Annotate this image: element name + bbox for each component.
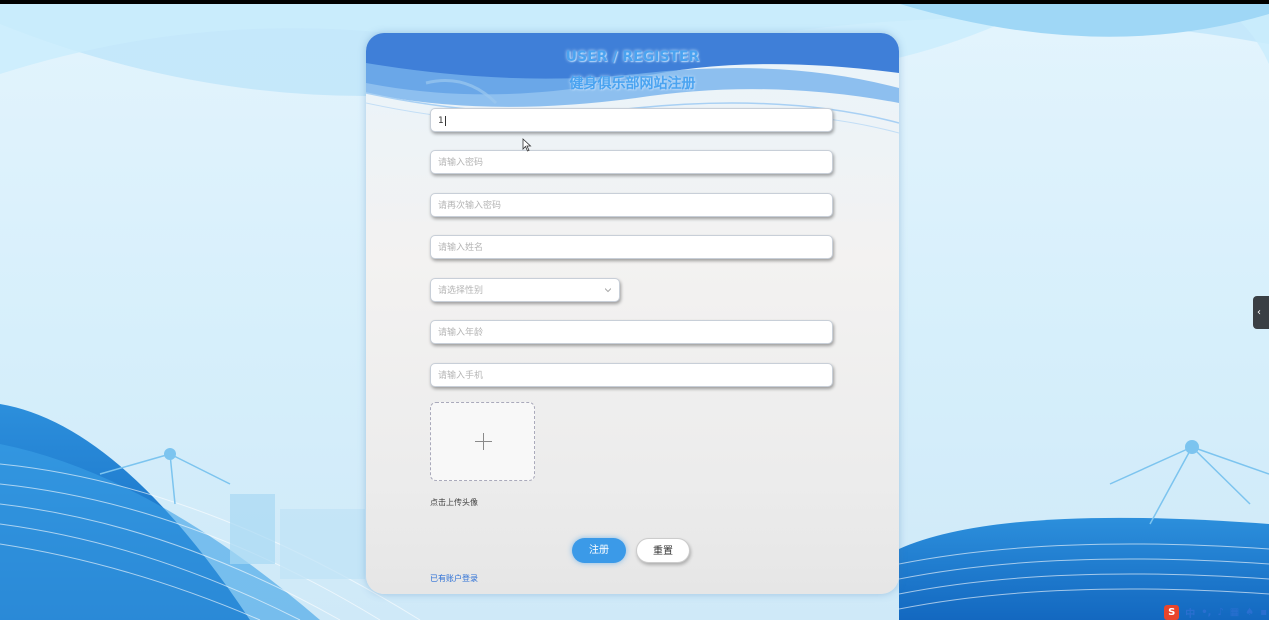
register-card: USER / REGISTER 健身俱乐部网站注册 1 请输入密码 请再次输入密… — [366, 33, 899, 594]
login-link[interactable]: 已有账户登录 — [430, 573, 478, 584]
age-placeholder: 请输入年龄 — [438, 328, 484, 338]
name-placeholder: 请输入姓名 — [438, 243, 484, 253]
page-title-en: USER / REGISTER — [565, 49, 700, 65]
phone-input[interactable]: 请输入手机 — [430, 363, 833, 387]
sogou-ime-icon: S — [1164, 605, 1180, 620]
name-input[interactable]: 请输入姓名 — [430, 235, 833, 259]
avatar-upload[interactable] — [430, 402, 535, 481]
gender-placeholder: 请选择性别 — [438, 286, 484, 296]
age-input[interactable]: 请输入年龄 — [430, 320, 833, 344]
page-background: USER / REGISTER 健身俱乐部网站注册 1 请输入密码 请再次输入密… — [0, 4, 1269, 620]
gender-select[interactable]: 请选择性别 — [430, 278, 620, 302]
toolbox-icon[interactable]: ▪ — [1260, 607, 1267, 618]
password-input[interactable]: 请输入密码 — [430, 150, 833, 174]
account-input-value: 1 — [438, 116, 444, 126]
keyboard-icon[interactable]: ▦ — [1230, 607, 1239, 618]
confirm-password-input[interactable]: 请再次输入密码 — [430, 193, 833, 217]
mouse-pointer-icon — [522, 138, 532, 152]
side-panel-toggle[interactable]: ‹ — [1253, 296, 1269, 329]
avatar-upload-hint: 点击上传头像 — [430, 498, 478, 507]
chevron-down-icon — [605, 288, 611, 293]
chevron-left-icon: ‹ — [1257, 307, 1261, 318]
plus-icon-vertical — [483, 433, 484, 450]
phone-placeholder: 请输入手机 — [438, 371, 484, 381]
confirm-password-placeholder: 请再次输入密码 — [438, 201, 502, 211]
ime-mode-label[interactable]: 中 — [1185, 605, 1195, 620]
register-button[interactable]: 注册 — [572, 538, 626, 563]
microphone-icon[interactable]: ♪ — [1217, 607, 1223, 618]
page-title-cn: 健身俱乐部网站注册 — [569, 76, 696, 92]
account-input[interactable]: 1 — [430, 108, 833, 132]
reset-button[interactable]: 重置 — [636, 538, 690, 563]
ime-tray[interactable]: S 中 •, ♪ ▦ ♠ ▪ — [1164, 605, 1267, 620]
punctuation-icon[interactable]: •, — [1201, 607, 1211, 618]
password-placeholder: 请输入密码 — [438, 158, 484, 168]
skin-icon[interactable]: ♠ — [1245, 607, 1254, 618]
